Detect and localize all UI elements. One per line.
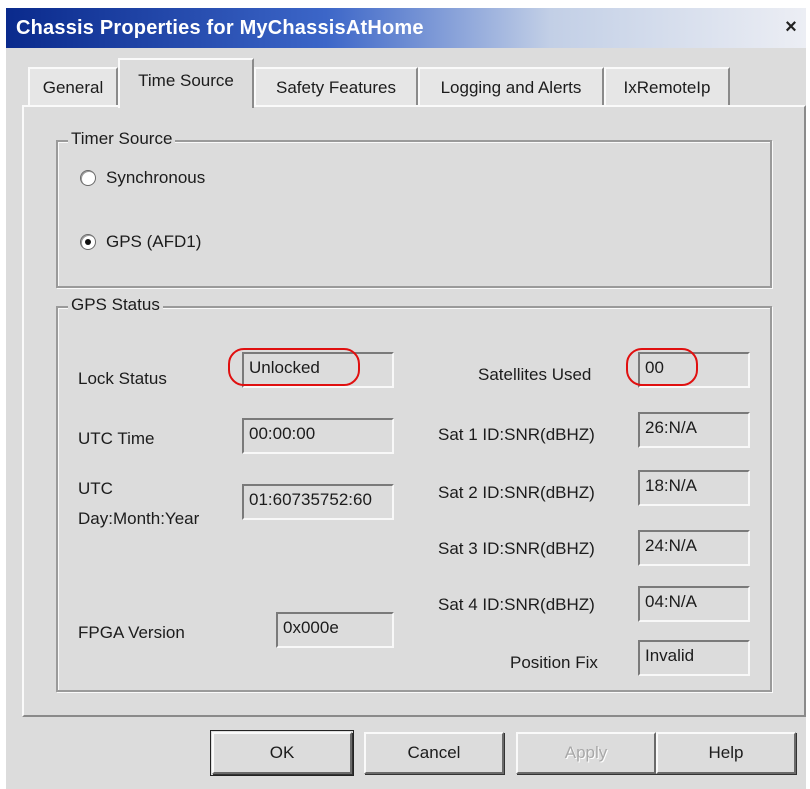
sat2-field: 18:N/A xyxy=(638,470,750,506)
fpga-version-field: 0x000e xyxy=(276,612,394,648)
gps-afd1-radio[interactable] xyxy=(80,234,96,250)
sat4-field: 04:N/A xyxy=(638,586,750,622)
utc-label: UTC xyxy=(78,479,113,498)
position-fix-field: Invalid xyxy=(638,640,750,676)
satellites-used-highlight xyxy=(626,348,698,386)
help-button[interactable]: Help xyxy=(656,732,796,774)
gps-afd1-label: GPS (AFD1) xyxy=(106,232,202,251)
cancel-button[interactable]: Cancel xyxy=(364,732,504,774)
satellites-used-label: Satellites Used xyxy=(478,365,592,384)
synchronous-option[interactable]: Synchronous xyxy=(80,168,205,188)
sat3-label: Sat 3 ID:SNR(dBHZ) xyxy=(438,539,595,558)
window-title: Chassis Properties for MyChassisAtHome xyxy=(16,17,424,39)
timer-source-group: Timer Source xyxy=(56,129,772,288)
gps-afd1-option[interactable]: GPS (AFD1) xyxy=(80,232,201,252)
tab-safety-features[interactable]: Safety Features xyxy=(254,67,418,105)
apply-button[interactable]: Apply xyxy=(516,732,656,774)
day-month-year-label: Day:Month:Year xyxy=(78,509,200,528)
lock-status-highlight xyxy=(228,348,360,386)
fpga-version-label: FPGA Version xyxy=(78,623,185,642)
position-fix-label: Position Fix xyxy=(510,653,598,672)
sat1-label: Sat 1 ID:SNR(dBHZ) xyxy=(438,425,595,444)
utc-date-field: 01:60735752:60 xyxy=(242,484,394,520)
sat2-label: Sat 2 ID:SNR(dBHZ) xyxy=(438,483,595,502)
tab-general[interactable]: General xyxy=(28,67,118,105)
sat1-field: 26:N/A xyxy=(638,412,750,448)
lock-status-label: Lock Status xyxy=(78,369,167,388)
utc-time-field: 00:00:00 xyxy=(242,418,394,454)
title-bar[interactable]: Chassis Properties for MyChassisAtHome × xyxy=(6,8,806,48)
tab-logging-and-alerts[interactable]: Logging and Alerts xyxy=(418,67,604,105)
chassis-properties-dialog: Chassis Properties for MyChassisAtHome ×… xyxy=(0,0,810,789)
ok-button[interactable]: OK xyxy=(210,730,354,776)
gps-status-legend: GPS Status xyxy=(68,295,163,315)
tab-ixremoteip[interactable]: IxRemoteIp xyxy=(604,67,730,105)
timer-source-legend: Timer Source xyxy=(68,129,176,149)
sat3-field: 24:N/A xyxy=(638,530,750,566)
close-icon[interactable]: × xyxy=(778,15,804,39)
synchronous-label: Synchronous xyxy=(106,168,206,187)
synchronous-radio[interactable] xyxy=(80,170,96,186)
tab-time-source[interactable]: Time Source xyxy=(118,58,254,108)
utc-time-label: UTC Time xyxy=(78,429,155,448)
sat4-label: Sat 4 ID:SNR(dBHZ) xyxy=(438,595,595,614)
